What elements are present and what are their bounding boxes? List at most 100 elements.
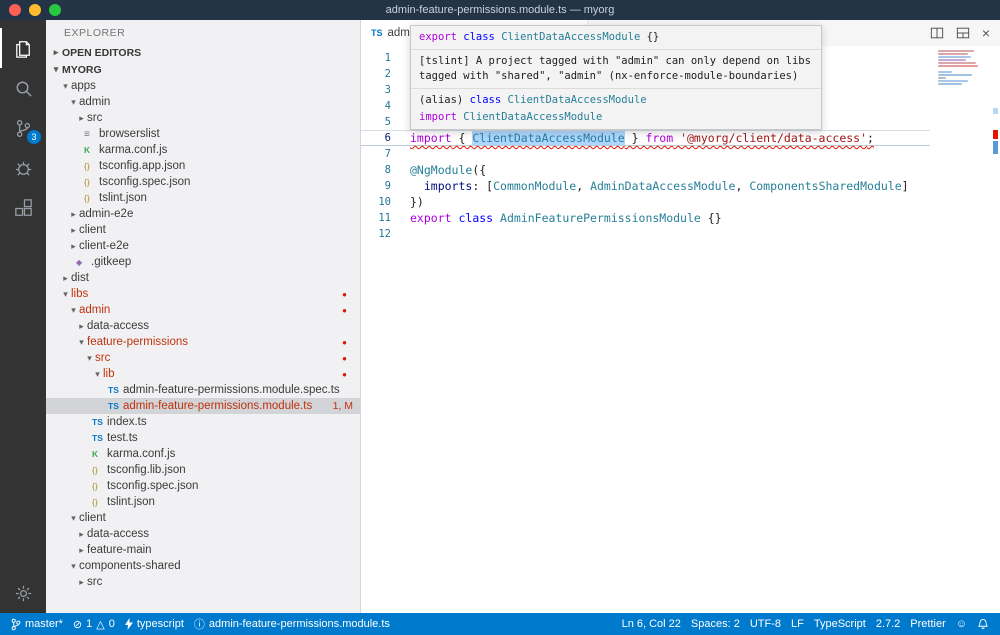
- zoom-window-button[interactable]: [49, 4, 61, 16]
- problems-status[interactable]: ⊘1△0: [68, 613, 120, 635]
- line-number: 6: [361, 132, 410, 144]
- tree-folder-libs[interactable]: ▾libs●: [46, 286, 360, 302]
- code-line-10[interactable]: 10}): [361, 194, 930, 210]
- minimap-line: [938, 71, 952, 73]
- minimap-line: [938, 62, 976, 64]
- hover-import-line: import ClientDataAccessModule: [411, 109, 821, 129]
- tree-folder-src[interactable]: ▾src●: [46, 350, 360, 366]
- code-line-11[interactable]: 11export class AdminFeaturePermissionsMo…: [361, 210, 930, 226]
- extensions-icon[interactable]: [0, 188, 46, 228]
- editor-layout-icon[interactable]: [956, 26, 970, 40]
- settings-gear-icon[interactable]: [0, 573, 46, 613]
- tree-file-test.ts[interactable]: TStest.ts: [46, 430, 360, 446]
- tree-folder-components-shared[interactable]: ▾components-shared: [46, 558, 360, 574]
- tree-file-browserslist[interactable]: ≡browserslist: [46, 126, 360, 142]
- chevron-down-icon: ▾: [92, 369, 103, 380]
- scm-badge: 3: [27, 130, 41, 144]
- tree-item-label: karma.conf.js: [99, 144, 167, 156]
- tree-file-karma.conf.js[interactable]: Kkarma.conf.js: [46, 142, 360, 158]
- ts-version[interactable]: 2.7.2: [871, 613, 905, 635]
- cursor-position[interactable]: Ln 6, Col 22: [617, 613, 686, 635]
- tree-folder-feature-main[interactable]: ▸feature-main: [46, 542, 360, 558]
- tree-folder-feature-permissions[interactable]: ▾feature-permissions●: [46, 334, 360, 350]
- json-file-icon: {}: [84, 193, 99, 203]
- tree-file-admin-feature-permissions.module.spec.ts[interactable]: TSadmin-feature-permissions.module.spec.…: [46, 382, 360, 398]
- indentation[interactable]: Spaces: 2: [686, 613, 745, 635]
- active-file-status[interactable]: ⓘadmin-feature-permissions.module.ts: [189, 613, 395, 635]
- eol-selector[interactable]: LF: [786, 613, 809, 635]
- smiley-icon: ☺: [956, 618, 967, 630]
- tree-file-tsconfig.spec.json[interactable]: {}tsconfig.spec.json: [46, 478, 360, 494]
- tree-file-tsconfig.lib.json[interactable]: {}tsconfig.lib.json: [46, 462, 360, 478]
- tree-file-karma.conf.js[interactable]: Kkarma.conf.js: [46, 446, 360, 462]
- code-line-6[interactable]: 6import { ClientDataAccessModule } from …: [361, 130, 930, 146]
- workspace-root-section-header[interactable]: ▾ MYORG: [46, 61, 360, 78]
- tslint-status[interactable]: typescript: [120, 613, 189, 635]
- tree-file-.gitkeep[interactable]: ◆.gitkeep: [46, 254, 360, 270]
- title-bar[interactable]: admin-feature-permissions.module.ts — my…: [0, 0, 1000, 20]
- git-branch-status[interactable]: master*: [6, 613, 68, 635]
- code-line-12[interactable]: 12: [361, 226, 930, 242]
- tree-item-label: data-access: [87, 528, 149, 540]
- tree-folder-src[interactable]: ▸src: [46, 574, 360, 590]
- search-icon[interactable]: [0, 68, 46, 108]
- status-label: TypeScript: [814, 618, 866, 630]
- tree-folder-data-access[interactable]: ▸data-access: [46, 526, 360, 542]
- tree-folder-dist[interactable]: ▸dist: [46, 270, 360, 286]
- formatter[interactable]: Prettier: [905, 613, 950, 635]
- editor-actions: ×: [930, 20, 990, 46]
- minimize-window-button[interactable]: [29, 4, 41, 16]
- tree-file-tsconfig.spec.json[interactable]: {}tsconfig.spec.json: [46, 174, 360, 190]
- tree-folder-admin[interactable]: ▾admin●: [46, 302, 360, 318]
- code-line-8[interactable]: 8@NgModule({: [361, 162, 930, 178]
- minimap[interactable]: [938, 50, 986, 86]
- code-token: ComponentsSharedModule: [749, 179, 901, 193]
- tree-folder-data-access[interactable]: ▸data-access: [46, 318, 360, 334]
- encoding[interactable]: UTF-8: [745, 613, 786, 635]
- tree-folder-lib[interactable]: ▾lib●: [46, 366, 360, 382]
- tree-file-tsconfig.app.json[interactable]: {}tsconfig.app.json: [46, 158, 360, 174]
- explorer-icon[interactable]: [0, 28, 46, 68]
- tree-item-label: feature-main: [87, 544, 152, 556]
- line-number: 8: [361, 164, 410, 176]
- close-window-button[interactable]: [9, 4, 21, 16]
- tree-file-index.ts[interactable]: TSindex.ts: [46, 414, 360, 430]
- feedback[interactable]: ☺: [951, 613, 972, 635]
- tree-folder-client[interactable]: ▸client: [46, 222, 360, 238]
- tree-folder-admin-e2e[interactable]: ▸admin-e2e: [46, 206, 360, 222]
- line-number: 1: [361, 52, 410, 64]
- close-editor-icon[interactable]: ×: [982, 26, 990, 40]
- chevron-down-icon: ▾: [68, 97, 79, 108]
- tree-file-tslint.json[interactable]: {}tslint.json: [46, 494, 360, 510]
- notifications[interactable]: [972, 613, 994, 635]
- open-editors-section-header[interactable]: ▸ OPEN EDITORS: [46, 44, 360, 61]
- json-file-icon: {}: [84, 177, 99, 187]
- chevron-right-icon: ▸: [76, 577, 87, 588]
- tree-folder-client[interactable]: ▾client: [46, 510, 360, 526]
- chevron-down-icon: ▾: [60, 81, 71, 92]
- debug-icon[interactable]: [0, 148, 46, 188]
- code-token: class: [463, 31, 501, 43]
- tree-folder-client-e2e[interactable]: ▸client-e2e: [46, 238, 360, 254]
- code-token: ClientDataAccessModule: [501, 31, 646, 43]
- ts-file-icon: TS: [108, 401, 123, 411]
- language-mode[interactable]: TypeScript: [809, 613, 871, 635]
- tree-folder-admin[interactable]: ▾admin: [46, 94, 360, 110]
- chevron-right-icon: ▸: [76, 545, 87, 556]
- zap-icon: [125, 618, 133, 630]
- tree-file-admin-feature-permissions.module.ts[interactable]: TSadmin-feature-permissions.module.ts1, …: [46, 398, 360, 414]
- status-label: master*: [25, 618, 63, 630]
- hover-signature: export class ClientDataAccessModule {}: [411, 26, 821, 50]
- tree-folder-src[interactable]: ▸src: [46, 110, 360, 126]
- split-editor-icon[interactable]: [930, 26, 944, 40]
- chevron-right-icon: ▸: [60, 273, 71, 284]
- source-control-icon[interactable]: 3: [0, 108, 46, 148]
- code-line-9[interactable]: 9 imports: [CommonModule, AdminDataAcces…: [361, 178, 930, 194]
- tree-folder-apps[interactable]: ▾apps: [46, 78, 360, 94]
- code-token: export: [419, 31, 463, 43]
- modified-dot-icon: ●: [342, 290, 347, 299]
- window-controls: [9, 4, 61, 16]
- tree-file-tslint.json[interactable]: {}tslint.json: [46, 190, 360, 206]
- code-line-7[interactable]: 7: [361, 146, 930, 162]
- tree-item-label: .gitkeep: [91, 256, 131, 268]
